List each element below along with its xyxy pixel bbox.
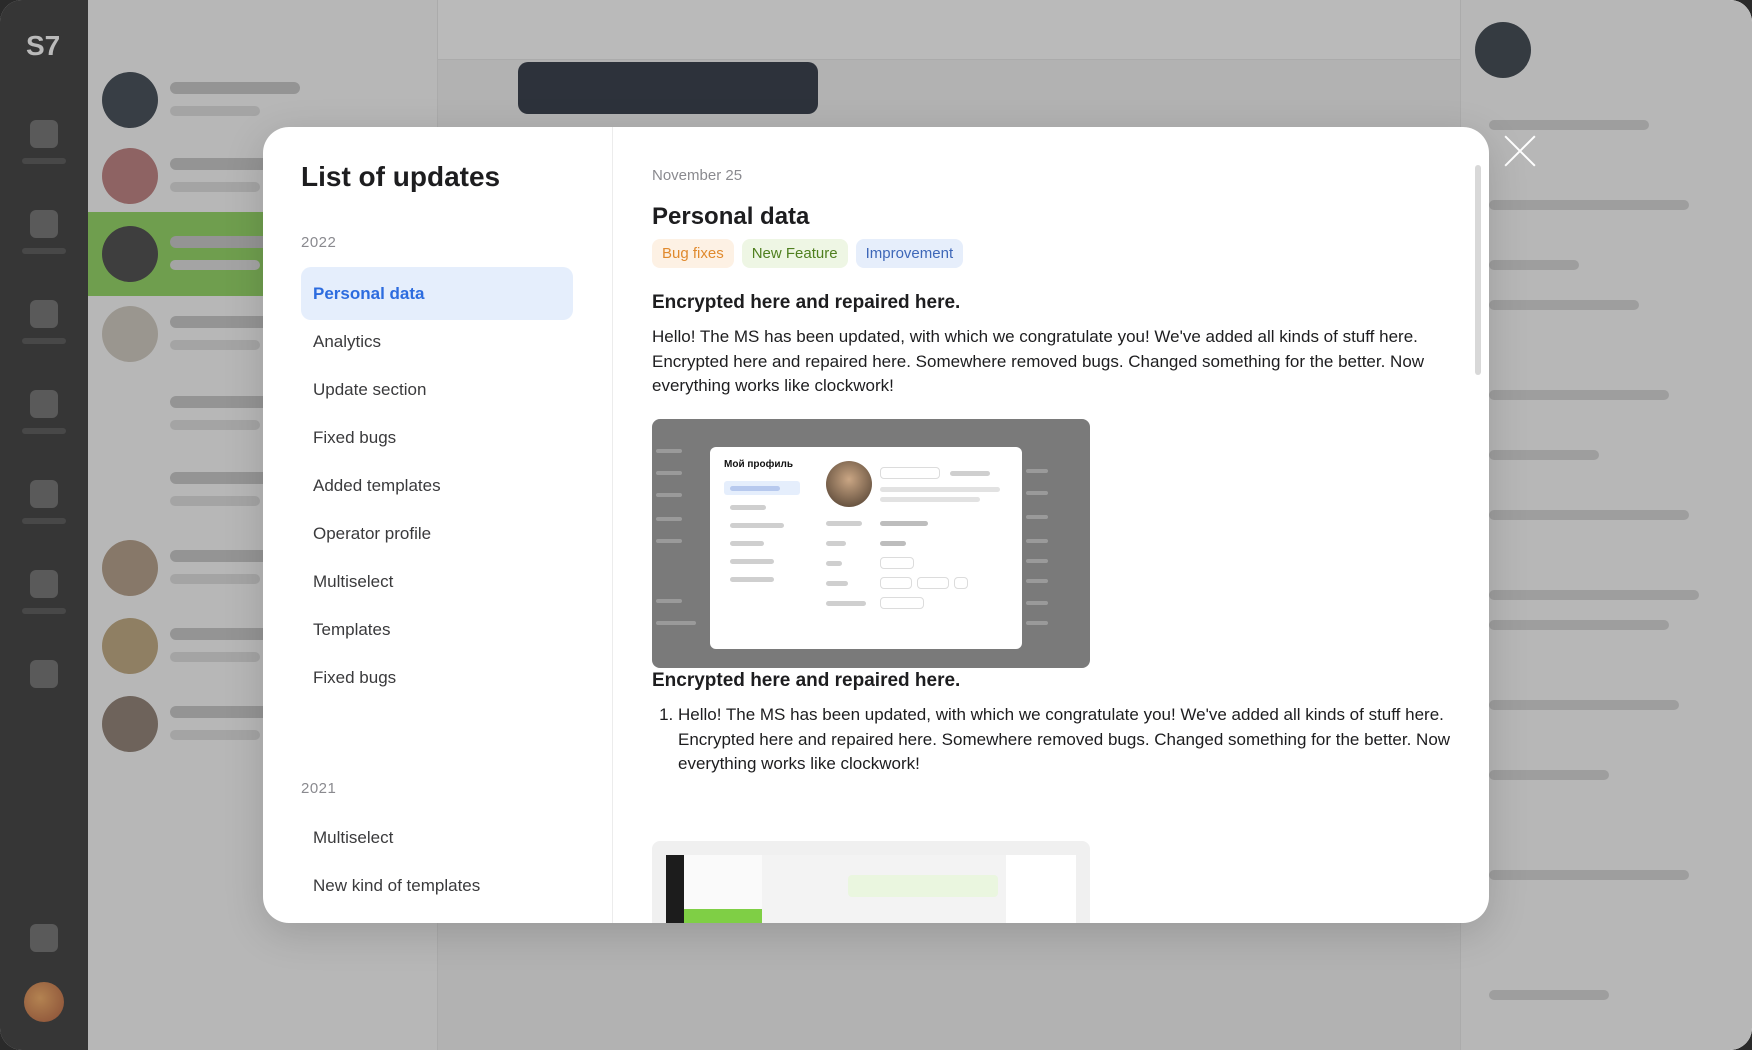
- sidebar-item-templates[interactable]: Templates: [301, 603, 573, 656]
- app-screenshot: [652, 841, 1090, 923]
- sidebar-item-analytics[interactable]: Analytics: [301, 315, 573, 368]
- sidebar-item-fixed-bugs[interactable]: Fixed bugs: [301, 411, 573, 464]
- sidebar-item-update-section[interactable]: Update section: [301, 363, 573, 416]
- change-photo-button: [880, 467, 940, 479]
- section-heading: Encrypted here and repaired here.: [652, 292, 961, 313]
- tag-improvement: Improvement: [855, 239, 964, 268]
- content-scrollbar[interactable]: [1475, 165, 1481, 375]
- sidebar-item-added-templates[interactable]: Added templates: [301, 459, 573, 512]
- update-date: November 25: [652, 167, 743, 184]
- tag-bug-fixes: Bug fixes: [652, 239, 734, 268]
- updates-sidebar: List of updates 2022 Personal data Analy…: [263, 127, 613, 923]
- section-heading: Encrypted here and repaired here.: [652, 670, 961, 691]
- sidebar-item-fixed-bugs-2[interactable]: Fixed bugs: [301, 651, 573, 704]
- profile-title: Мой профиль: [724, 459, 794, 470]
- update-tags: Bug fixes New Feature Improvement: [652, 239, 964, 268]
- year-heading: 2022: [301, 234, 337, 251]
- updates-modal: List of updates 2022 Personal data Analy…: [263, 127, 1489, 923]
- sidebar-item-multiselect[interactable]: Multiselect: [301, 555, 573, 608]
- profile-screenshot: Мой профиль: [652, 419, 1090, 668]
- list-item: Hello! The MS has been updated, with whi…: [678, 703, 1452, 777]
- sidebar-item-multiselect-2021[interactable]: Multiselect: [301, 811, 573, 864]
- year-heading: 2021: [301, 780, 337, 797]
- section-list: Hello! The MS has been updated, with whi…: [652, 703, 1452, 777]
- tag-new-feature: New Feature: [741, 239, 848, 268]
- sidebar-item-personal-data[interactable]: Personal data: [301, 267, 573, 320]
- profile-avatar: [826, 461, 872, 507]
- modal-title: List of updates: [301, 161, 501, 192]
- close-icon[interactable]: [1500, 130, 1540, 170]
- sidebar-item-new-kind-of-templates[interactable]: New kind of templates: [301, 859, 573, 912]
- sidebar-item-operator-profile[interactable]: Operator profile: [301, 507, 573, 560]
- profile-card: Мой профиль: [710, 447, 1022, 649]
- section-paragraph: Hello! The MS has been updated, with whi…: [652, 327, 1425, 395]
- update-content: November 25 Personal data Bug fixes New …: [614, 127, 1489, 923]
- update-title: Personal data: [652, 203, 810, 230]
